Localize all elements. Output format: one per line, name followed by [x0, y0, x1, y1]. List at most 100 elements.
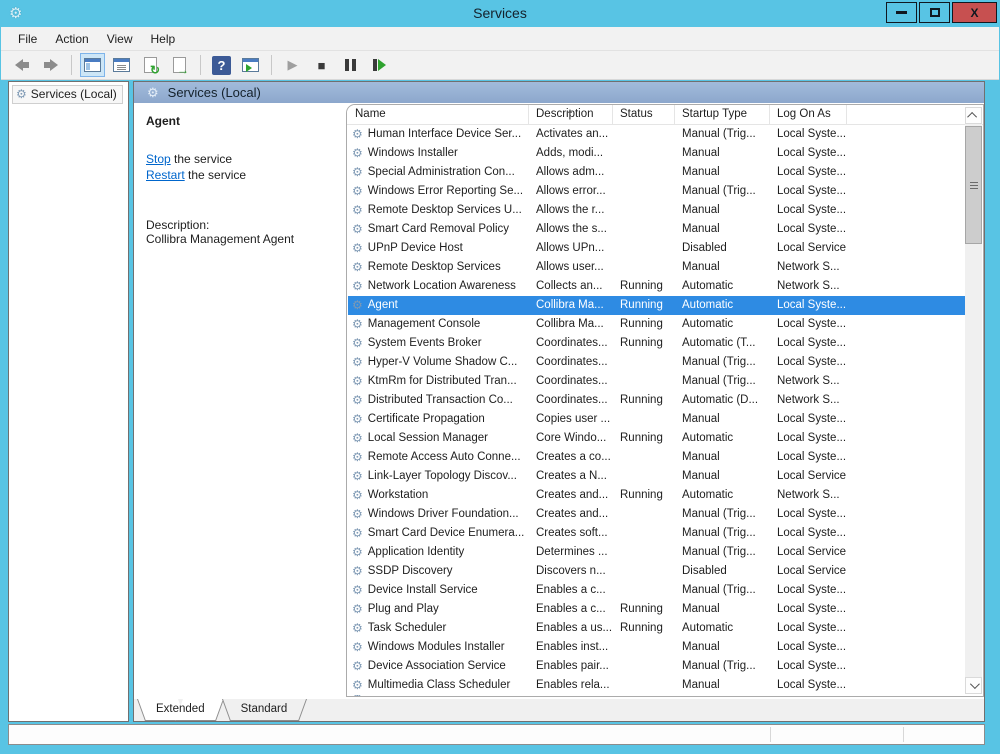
description-value: Collibra Management Agent [146, 232, 334, 246]
cell-status: Running [613, 600, 675, 619]
cell-log-on-as: Network S... [770, 277, 847, 296]
service-icon: ⚙ [352, 258, 363, 277]
table-row[interactable]: ⚙Windows Driver Foundation...Creates and… [348, 505, 965, 524]
scrollbar-up-button[interactable] [965, 107, 982, 124]
service-icon: ⚙ [352, 657, 363, 676]
console-tree-pane: ⚙ Services (Local) [8, 81, 129, 722]
service-rows: ⚙Human Interface Device Ser...Activates … [348, 125, 965, 696]
table-row[interactable]: ⚙Application IdentityDetermines ...Manua… [348, 543, 965, 562]
column-header-log-on-as[interactable]: Log On As [770, 105, 847, 124]
cell-startup-type: Automatic [675, 619, 770, 638]
cell-status [613, 410, 675, 429]
table-row[interactable]: ⚙Remote Desktop ServicesAllows user...Ma… [348, 258, 965, 277]
stop-service-link[interactable]: Stop [146, 152, 171, 166]
service-icon: ⚙ [352, 581, 363, 600]
minimize-button[interactable] [886, 2, 917, 23]
vertical-scrollbar[interactable] [965, 107, 982, 694]
table-row[interactable]: ⚙Network Location AwarenessCollects an..… [348, 277, 965, 296]
table-row[interactable]: ⚙Human Interface Device Ser...Activates … [348, 125, 965, 144]
restart-service-button[interactable] [367, 53, 392, 77]
forward-button[interactable] [38, 53, 63, 77]
table-row[interactable]: ⚙Distributed Transaction Co...Coordinate… [348, 391, 965, 410]
tree-item-services-local[interactable]: ⚙ Services (Local) [12, 85, 123, 104]
cell-name: ⚙Local Session Manager [348, 429, 529, 448]
cell-description: Collibra Ma... [529, 315, 613, 334]
cell-name: ⚙Link-Layer Topology Discov... [348, 467, 529, 486]
cell-name: ⚙Workstation [348, 486, 529, 505]
cell-status: Running [613, 315, 675, 334]
table-row[interactable]: ⚙Hyper-V Volume Shadow C...Coordinates..… [348, 353, 965, 372]
service-icon: ⚙ [352, 543, 363, 562]
table-row[interactable]: ⚙WorkstationCreates and...RunningAutomat… [348, 486, 965, 505]
table-row[interactable]: ⚙System Events BrokerCoordinates...Runni… [348, 334, 965, 353]
table-row[interactable]: ⚙Multimedia Class SchedulerEnables rela.… [348, 676, 965, 695]
cell-status [613, 201, 675, 220]
table-row[interactable]: ⚙Local Session ManagerCore Windo...Runni… [348, 429, 965, 448]
cell-description: Determines ... [529, 543, 613, 562]
cell-description: Creates and... [529, 505, 613, 524]
service-icon: ⚙ [352, 524, 363, 543]
back-button[interactable] [9, 53, 34, 77]
cell-name: ⚙System Events Broker [348, 334, 529, 353]
menu-action[interactable]: Action [46, 29, 97, 49]
table-row[interactable]: ⚙Device Association ServiceEnables pair.… [348, 657, 965, 676]
cell-startup-type: Manual [675, 638, 770, 657]
column-header-name[interactable]: Name [348, 105, 529, 124]
table-row[interactable]: ⚙Plug and PlayEnables a c...RunningManua… [348, 600, 965, 619]
service-icon: ⚙ [352, 505, 363, 524]
tab-standard[interactable]: Standard [231, 699, 298, 720]
cell-status [613, 562, 675, 581]
help-button[interactable]: ? [209, 53, 234, 77]
table-row[interactable]: ⚙Certificate PropagationCopies user ...M… [348, 410, 965, 429]
maximize-button[interactable] [919, 2, 950, 23]
stop-service-button[interactable]: ■ [309, 53, 334, 77]
cell-name: ⚙Plug and Play [348, 600, 529, 619]
scrollbar-thumb[interactable] [965, 126, 982, 244]
show-console-tree-button[interactable] [80, 53, 105, 77]
cell-status [613, 448, 675, 467]
table-row[interactable]: ⚙UPnP Device HostAllows UPn...DisabledLo… [348, 239, 965, 258]
table-row[interactable]: ⚙Task SchedulerEnables a us...RunningAut… [348, 619, 965, 638]
table-row[interactable]: ⚙Windows Error Reporting Se...Allows err… [348, 182, 965, 201]
services-list: Name ▲Description Status Startup Type Lo… [346, 104, 984, 697]
cell-startup-type: Manual (Trig... [675, 372, 770, 391]
restart-service-link[interactable]: Restart [146, 168, 185, 182]
table-row[interactable]: ⚙Remote Desktop Services U...Allows the … [348, 201, 965, 220]
service-icon: ⚙ [352, 353, 363, 372]
table-row[interactable]: ⚙Smart Card Removal PolicyAllows the s..… [348, 220, 965, 239]
menu-view[interactable]: View [98, 29, 142, 49]
column-header-status[interactable]: Status [613, 105, 675, 124]
pause-service-button[interactable] [338, 53, 363, 77]
table-row[interactable]: ⚙SSDP DiscoveryDiscovers n...DisabledLoc… [348, 562, 965, 581]
cell-startup-type: Automatic [675, 429, 770, 448]
table-row[interactable]: ⚙AgentCollibra Ma...RunningAutomaticLoca… [348, 296, 965, 315]
column-header-startup-type[interactable]: Startup Type [675, 105, 770, 124]
export-list-button[interactable]: → [167, 53, 192, 77]
table-row[interactable]: ⚙Windows Modules InstallerEnables inst..… [348, 638, 965, 657]
cell-startup-type: Manual (Trig... [675, 657, 770, 676]
table-row[interactable]: ⚙KtmRm for Distributed Tran...Coordinate… [348, 372, 965, 391]
properties-button[interactable] [109, 53, 134, 77]
close-button[interactable]: X [952, 2, 997, 23]
refresh-button[interactable]: ↻ [138, 53, 163, 77]
table-row[interactable]: ⚙Device Install ServiceEnables a c...Man… [348, 581, 965, 600]
panel-header: ⚙ Services (Local) [134, 82, 984, 103]
cell-description: Coordinates... [529, 353, 613, 372]
start-service-button[interactable]: ▶ [280, 53, 305, 77]
cell-name: ⚙SSDP Discovery [348, 562, 529, 581]
menu-help[interactable]: Help [142, 29, 185, 49]
tab-extended[interactable]: Extended [146, 699, 215, 720]
cell-startup-type: Automatic (D... [675, 391, 770, 410]
table-row[interactable]: ⚙Special Administration Con...Allows adm… [348, 163, 965, 182]
table-row[interactable]: ⚙Link-Layer Topology Discov...Creates a … [348, 467, 965, 486]
table-row[interactable]: ⚙Smart Card Device Enumera...Creates sof… [348, 524, 965, 543]
table-row[interactable]: ⚙Windows InstallerAdds, modi...ManualLoc… [348, 144, 965, 163]
service-icon: ⚙ [352, 220, 363, 239]
show-action-pane-button[interactable] [238, 53, 263, 77]
cell-name: ⚙Smart Card Removal Policy [348, 220, 529, 239]
table-row[interactable]: ⚙Management ConsoleCollibra Ma...Running… [348, 315, 965, 334]
table-row[interactable]: ⚙Remote Access Auto Conne...Creates a co… [348, 448, 965, 467]
scrollbar-down-button[interactable] [965, 677, 982, 694]
menu-file[interactable]: File [9, 29, 46, 49]
column-header-description[interactable]: ▲Description [529, 105, 613, 124]
